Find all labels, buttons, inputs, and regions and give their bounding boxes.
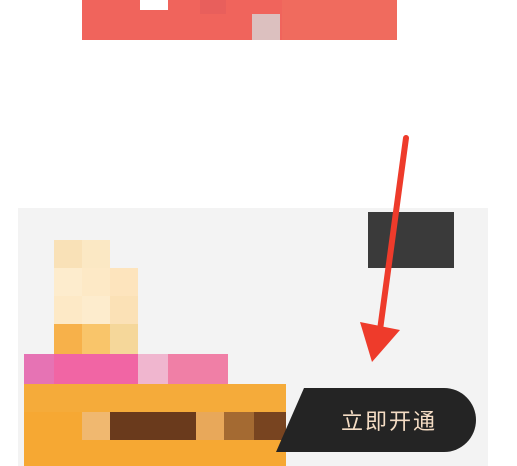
mosaic-tile bbox=[110, 412, 196, 440]
mosaic-tile bbox=[254, 412, 286, 440]
mosaic-tile bbox=[82, 296, 110, 324]
mosaic-tile bbox=[110, 268, 138, 296]
mosaic-tile bbox=[54, 324, 82, 354]
open-now-button[interactable]: 立即开通 bbox=[276, 388, 476, 452]
mosaic-tile bbox=[138, 354, 168, 384]
mosaic-tile bbox=[196, 412, 224, 440]
mosaic-tile bbox=[82, 240, 110, 268]
mosaic-tile bbox=[110, 296, 138, 324]
mosaic-tile bbox=[24, 354, 54, 384]
mosaic-tile bbox=[82, 268, 110, 296]
mosaic-tile bbox=[82, 412, 110, 440]
mosaic-tile bbox=[54, 296, 82, 324]
mosaic-tile bbox=[54, 354, 138, 384]
mosaic-tile bbox=[168, 354, 228, 384]
open-now-label: 立即开通 bbox=[340, 410, 437, 435]
mosaic-tile bbox=[24, 384, 286, 412]
mosaic-tile bbox=[54, 268, 82, 296]
mosaic-tile bbox=[82, 324, 110, 354]
mosaic-tile bbox=[224, 412, 254, 440]
mosaic-tile bbox=[110, 324, 138, 354]
mosaic-tile bbox=[54, 240, 82, 268]
